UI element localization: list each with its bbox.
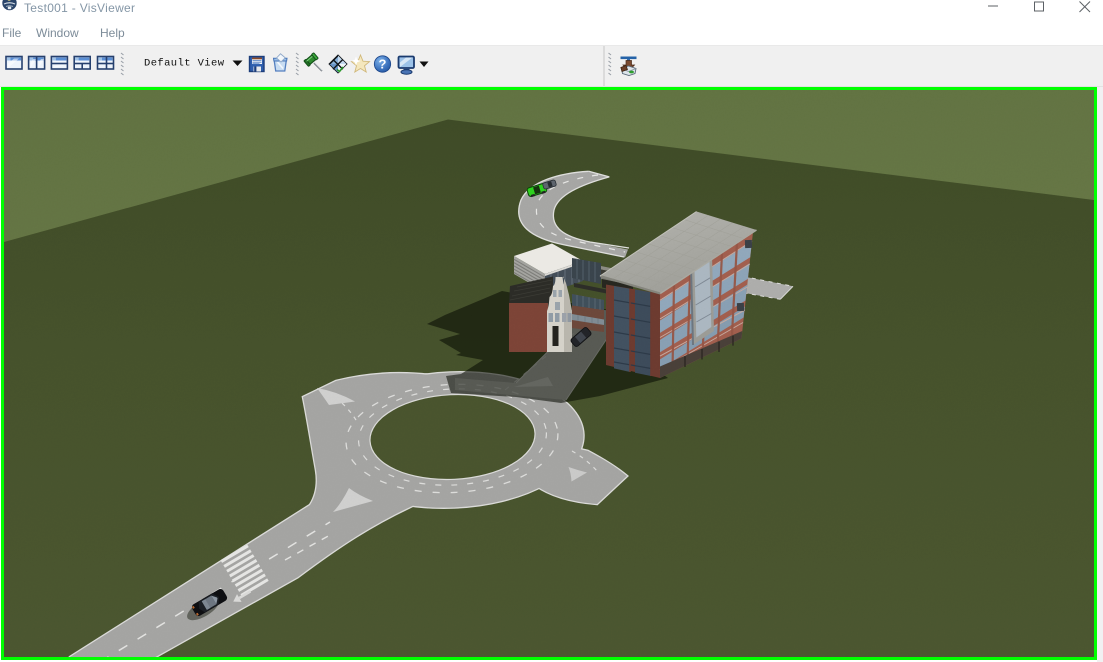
- svg-text:?: ?: [379, 57, 387, 72]
- svg-text:Default View: Default View: [144, 58, 225, 70]
